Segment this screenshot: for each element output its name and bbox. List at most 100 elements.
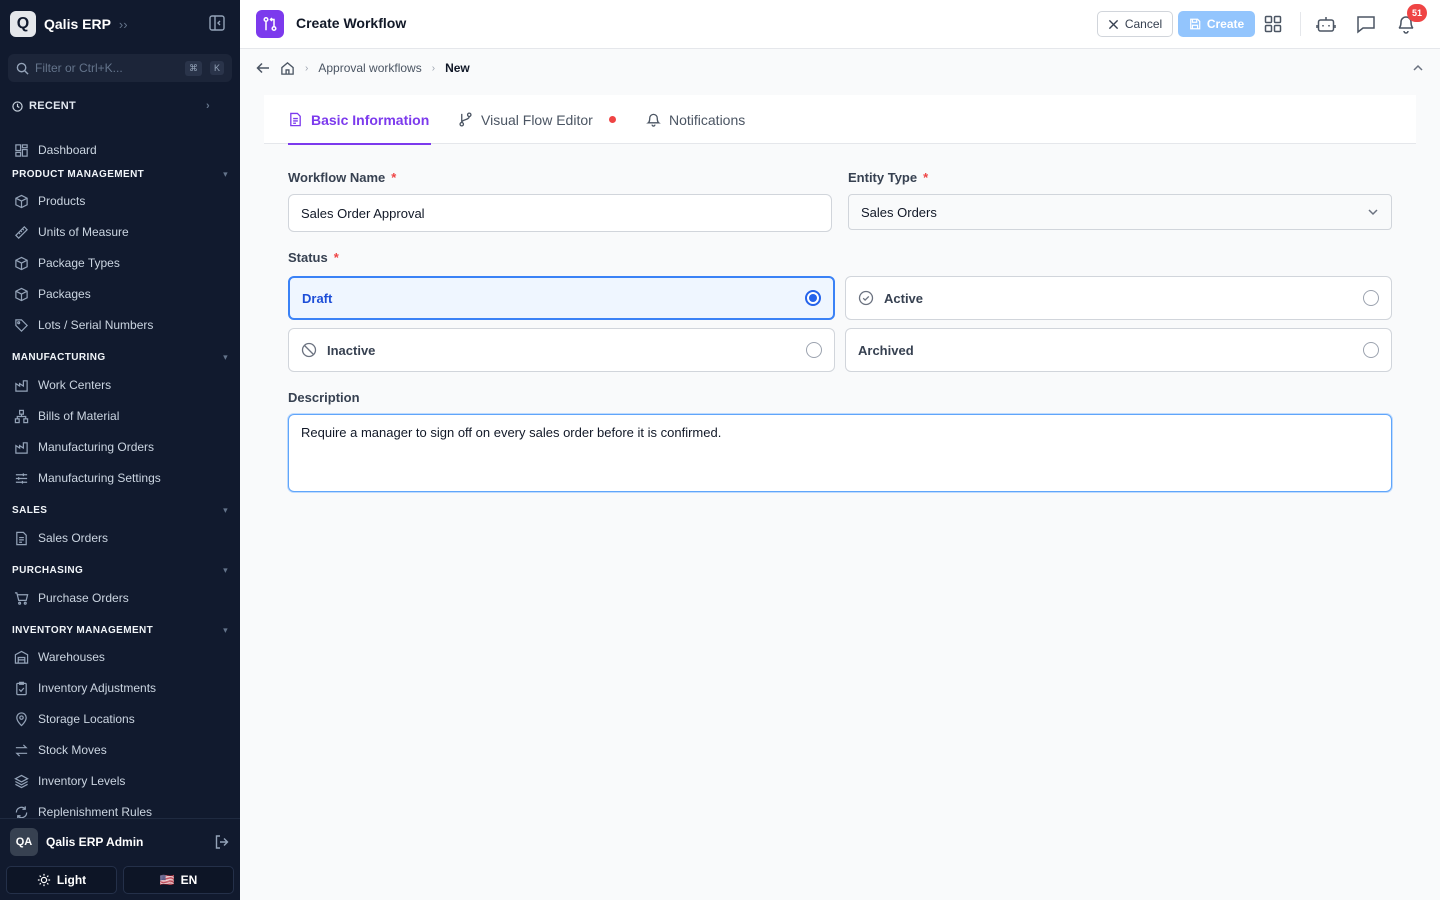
back-arrow-icon[interactable] xyxy=(256,61,270,75)
tag-icon xyxy=(15,318,28,332)
avatar: QA xyxy=(10,827,38,856)
search-icon xyxy=(16,62,29,75)
sidebar-item-inventory-adjustments[interactable]: Inventory Adjustments xyxy=(14,678,156,698)
sidebar-item-storage-locations[interactable]: Storage Locations xyxy=(14,709,135,729)
status-option-draft[interactable]: Draft xyxy=(288,276,835,320)
box-icon xyxy=(15,287,28,301)
sidebar-filter-input[interactable] xyxy=(35,61,177,75)
kbd-cmd: ⌘ xyxy=(184,60,202,76)
bot-icon[interactable] xyxy=(1315,13,1337,35)
sidebar-item-warehouses[interactable]: Warehouses xyxy=(14,647,105,667)
language-button[interactable]: 🇺🇸 EN xyxy=(123,866,234,894)
sidebar-item-package-types[interactable]: Package Types xyxy=(14,253,120,273)
cancel-button[interactable]: Cancel xyxy=(1097,11,1173,37)
radio-selected[interactable] xyxy=(805,290,821,306)
apps-grid-icon[interactable] xyxy=(1262,13,1284,35)
sidebar-item-inventory-levels[interactable]: Inventory Levels xyxy=(14,771,125,791)
status-option-label: Archived xyxy=(858,342,914,358)
radio-unselected[interactable] xyxy=(1363,290,1379,306)
sidebar-item-label: Sales Orders xyxy=(38,531,109,545)
sidebar-item-lots-serial-numbers[interactable]: Lots / Serial Numbers xyxy=(14,315,153,335)
document-icon xyxy=(16,531,27,545)
chevron-down-icon: ▾ xyxy=(223,168,228,179)
section-product-management[interactable]: PRODUCT MANAGEMENT ▾ xyxy=(12,166,228,182)
chevron-up-icon[interactable] xyxy=(1412,62,1424,74)
label-text: Entity Type xyxy=(848,170,918,185)
home-icon[interactable] xyxy=(280,61,295,76)
brand[interactable]: Q Qalis ERP ›› xyxy=(10,10,128,38)
breadcrumb-separator: › xyxy=(305,62,309,74)
radio-unselected[interactable] xyxy=(806,342,822,358)
sidebar-item-label: Stock Moves xyxy=(38,743,107,757)
sun-icon xyxy=(37,873,50,887)
sidebar-item-label: Packages xyxy=(38,287,91,301)
sidebar-item-units-of-measure[interactable]: Units of Measure xyxy=(14,222,129,242)
label-text: Status xyxy=(288,250,328,265)
sidebar-filter[interactable]: ⌘ K xyxy=(8,54,232,82)
user-profile[interactable]: QA Qalis ERP Admin xyxy=(0,818,240,864)
chat-icon[interactable] xyxy=(1355,13,1377,35)
sidebar-item-sales-orders[interactable]: Sales Orders xyxy=(14,528,108,548)
arrows-left-right-icon xyxy=(15,743,28,757)
recent-toggle[interactable]: RECENT › xyxy=(12,98,210,114)
breadcrumb-separator: › xyxy=(431,62,436,74)
clock-icon xyxy=(12,100,23,112)
cancel-label: Cancel xyxy=(1124,17,1163,31)
factory-icon xyxy=(15,379,28,392)
sidebar-collapse-icon[interactable] xyxy=(208,14,226,32)
brand-name: Qalis ERP xyxy=(44,16,111,32)
description-textarea[interactable]: Require a manager to sign off on every s… xyxy=(288,414,1392,492)
section-sales[interactable]: SALES ▾ xyxy=(12,502,228,518)
sidebar-item-work-centers[interactable]: Work Centers xyxy=(14,375,111,395)
workflow-name-input[interactable] xyxy=(288,194,832,232)
sidebar-item-manufacturing-settings[interactable]: Manufacturing Settings xyxy=(14,468,161,488)
breadcrumb-approval-workflows[interactable]: Approval workflows xyxy=(318,61,421,75)
close-icon xyxy=(1108,19,1118,29)
brand-logo: Q xyxy=(10,11,36,37)
sidebar-item-label: Replenishment Rules xyxy=(38,805,153,819)
ruler-icon xyxy=(15,225,28,239)
sidebar-item-dashboard[interactable]: Dashboard xyxy=(14,140,97,160)
logout-icon[interactable] xyxy=(214,834,230,850)
entity-type-select[interactable]: Sales Orders xyxy=(848,194,1392,230)
recent-label: RECENT xyxy=(29,100,77,112)
label-text: Description xyxy=(288,390,360,405)
sidebar-item-packages[interactable]: Packages xyxy=(14,284,91,304)
tab-label: Visual Flow Editor xyxy=(481,111,593,128)
theme-toggle-button[interactable]: Light xyxy=(6,866,117,894)
required-mark: * xyxy=(923,170,929,185)
section-inventory-management[interactable]: INVENTORY MANAGEMENT ▾ xyxy=(12,622,228,638)
chevron-down-icon: ▾ xyxy=(223,504,228,515)
status-label: Status * xyxy=(288,250,339,265)
sidebar-item-products[interactable]: Products xyxy=(14,191,85,211)
status-option-archived[interactable]: Archived xyxy=(845,328,1392,372)
document-icon xyxy=(290,112,301,127)
bell-icon xyxy=(646,113,661,127)
sidebar-item-bills-of-material[interactable]: Bills of Material xyxy=(14,406,119,426)
section-manufacturing[interactable]: MANUFACTURING ▾ xyxy=(12,349,228,365)
sidebar-item-label: Manufacturing Settings xyxy=(38,471,161,485)
theme-label: Light xyxy=(56,873,87,887)
sidebar-item-purchase-orders[interactable]: Purchase Orders xyxy=(14,588,129,608)
topbar: Create Workflow Cancel Create 51 xyxy=(240,0,1440,49)
chevron-down-icon: ▾ xyxy=(223,624,228,635)
factory-icon xyxy=(15,441,28,454)
tab-notifications[interactable]: Notifications xyxy=(646,95,745,144)
section-title: SALES xyxy=(12,504,48,516)
sidebar-item-manufacturing-orders[interactable]: Manufacturing Orders xyxy=(14,437,154,457)
status-option-active[interactable]: Active xyxy=(845,276,1392,320)
tab-basic-information[interactable]: Basic Information xyxy=(288,95,431,145)
create-label: Create xyxy=(1206,17,1245,31)
radio-unselected[interactable] xyxy=(1363,342,1379,358)
chevron-down-icon: ▾ xyxy=(223,351,228,362)
tab-visual-flow-editor[interactable]: Visual Flow Editor xyxy=(458,95,616,144)
description-label: Description xyxy=(288,390,360,405)
language-label: EN xyxy=(180,873,198,887)
section-purchasing[interactable]: PURCHASING ▾ xyxy=(12,562,228,578)
status-option-inactive[interactable]: Inactive xyxy=(288,328,835,372)
create-button[interactable]: Create xyxy=(1178,11,1255,37)
entity-type-label: Entity Type * xyxy=(848,170,928,185)
section-title: PURCHASING xyxy=(12,564,84,576)
sidebar-item-stock-moves[interactable]: Stock Moves xyxy=(14,740,107,760)
box-icon xyxy=(15,256,28,270)
